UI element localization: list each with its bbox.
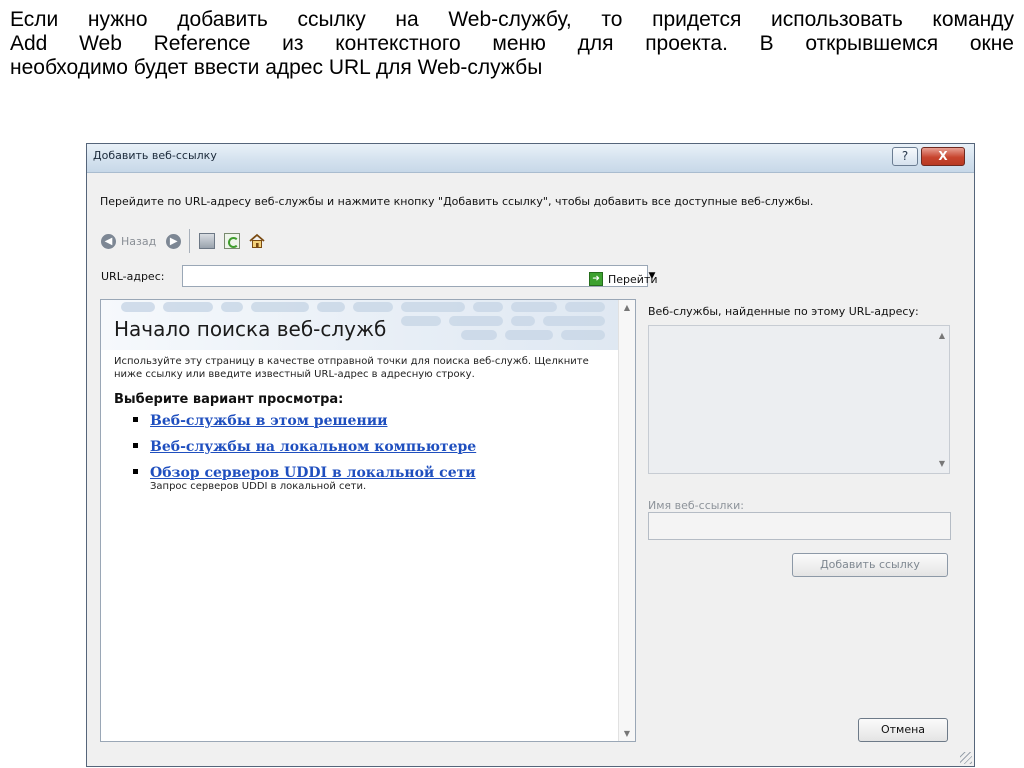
banner: Начало поиска веб-служб — [101, 300, 619, 350]
link-uddi-servers[interactable]: Обзор серверов UDDI в локальной сети — [150, 465, 476, 481]
scroll-up-icon[interactable]: ▲ — [619, 303, 635, 312]
close-button[interactable]: X — [921, 147, 965, 166]
url-combobox[interactable]: ▼ — [182, 265, 655, 287]
slide-paragraph: Если нужно добавить ссылку на Web-службу… — [10, 8, 1014, 80]
cancel-button[interactable]: Отмена — [858, 718, 948, 742]
browser-scrollbar[interactable]: ▲ ▼ — [618, 300, 635, 741]
link-solution-services[interactable]: Веб-службы в этом решении — [150, 413, 387, 429]
browser-pane: Начало поиска веб-служб Используйте эту … — [100, 299, 636, 742]
go-button[interactable]: ➜ Перейти — [589, 272, 658, 286]
list-item: Обзор серверов UDDI в локальной сети Зап… — [126, 462, 616, 492]
browser-description: Используйте эту страницу в качестве отпр… — [114, 356, 589, 380]
add-web-reference-dialog: Добавить веб-ссылку ? X Перейдите по URL… — [86, 143, 975, 767]
stop-icon[interactable] — [199, 233, 216, 249]
home-icon[interactable] — [249, 233, 265, 249]
scroll-down-icon[interactable]: ▼ — [935, 459, 949, 468]
back-arrow-icon[interactable]: ◀ — [101, 233, 116, 249]
bullet-icon — [133, 443, 138, 448]
title-bar[interactable]: Добавить веб-ссылку ? X — [87, 144, 974, 173]
scroll-up-icon[interactable]: ▲ — [935, 331, 949, 340]
found-services-label: Веб-службы, найденные по этому URL-адрес… — [648, 305, 919, 318]
slide-line-3: необходимо будет ввести адрес URL для We… — [10, 56, 543, 79]
list-item: Веб-службы на локальном компьютере — [126, 436, 616, 455]
instructions-text: Перейдите по URL-адресу веб-службы и наж… — [100, 195, 814, 208]
uddi-description: Запрос серверов UDDI в локальной сети. — [150, 481, 367, 492]
go-label: Перейти — [608, 272, 658, 286]
toolbar-separator — [189, 229, 191, 253]
reference-name-label: Имя веб-ссылки: — [648, 499, 744, 512]
browse-options-list: Веб-службы в этом решении Веб-службы на … — [126, 410, 616, 499]
add-reference-button[interactable]: Добавить ссылку — [792, 553, 948, 577]
bullet-icon — [133, 417, 138, 422]
choose-option-heading: Выберите вариант просмотра: — [114, 392, 344, 407]
bullet-icon — [133, 469, 138, 474]
dialog-title: Добавить веб-ссылку — [93, 149, 217, 162]
slide-line-1: Если нужно добавить ссылку на Web-службу… — [10, 8, 1014, 31]
refresh-icon[interactable] — [224, 233, 241, 249]
browser-heading: Начало поиска веб-служб — [114, 317, 387, 341]
navigation-toolbar: ◀ Назад ▶ — [101, 229, 274, 253]
list-item: Веб-службы в этом решении — [126, 410, 616, 429]
slide-line-2: Add Web Reference из контекстного меню д… — [10, 32, 1014, 55]
back-button-label[interactable]: Назад — [121, 235, 156, 248]
found-services-list[interactable]: ▲ ▼ — [648, 325, 950, 474]
go-arrow-icon: ➜ — [589, 272, 603, 286]
link-local-computer-services[interactable]: Веб-службы на локальном компьютере — [150, 439, 476, 455]
url-label: URL-адрес: — [101, 270, 165, 283]
scroll-down-icon[interactable]: ▼ — [619, 729, 635, 738]
forward-arrow-icon[interactable]: ▶ — [166, 233, 182, 249]
reference-name-field[interactable] — [648, 512, 951, 540]
help-button[interactable]: ? — [892, 147, 918, 166]
resize-grip-icon[interactable] — [960, 752, 972, 764]
